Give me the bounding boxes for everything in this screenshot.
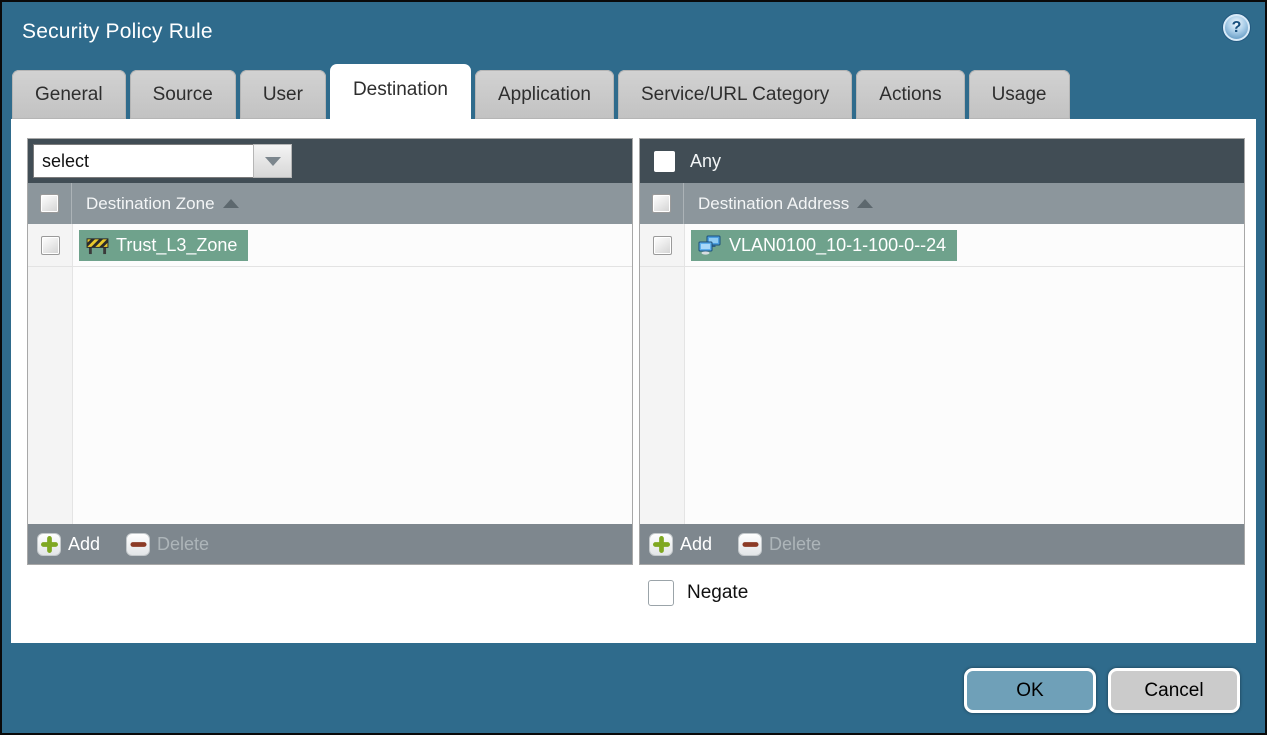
address-column-header: Destination Address	[640, 183, 1244, 224]
destination-tab-content: Destination Zone	[11, 119, 1256, 643]
address-icon	[698, 235, 721, 255]
address-tag-label: VLAN0100_10-1-100-0--24	[729, 234, 947, 255]
zone-select-input[interactable]	[33, 144, 253, 178]
tab-service-url-category[interactable]: Service/URL Category	[617, 70, 853, 119]
zone-footer-bar: Add Delete	[28, 524, 632, 564]
tab-usage[interactable]: Usage	[968, 70, 1070, 119]
tab-actions[interactable]: Actions	[856, 70, 965, 119]
tab-destination[interactable]: Destination	[329, 64, 471, 119]
address-add-button[interactable]: Add	[649, 532, 713, 556]
zone-tag-label: Trust_L3_Zone	[116, 234, 238, 255]
zone-select-dropdown-button[interactable]	[253, 144, 292, 178]
address-column-header-label[interactable]: Destination Address	[698, 193, 874, 214]
address-select-all-checkbox[interactable]	[652, 194, 671, 213]
zone-row-checkbox[interactable]	[40, 235, 60, 255]
negate-checkbox[interactable]	[648, 580, 674, 606]
address-delete-button[interactable]: Delete	[738, 532, 822, 556]
any-label: Any	[690, 150, 722, 171]
address-column-title: Destination Address	[698, 193, 850, 213]
zone-delete-label: Delete	[157, 533, 210, 554]
minus-icon	[126, 532, 151, 556]
zone-rows: Trust_L3_Zone	[28, 224, 632, 524]
minus-icon	[738, 532, 763, 556]
destination-address-panel: Any Destination Address VLAN0100_10-1-10…	[639, 138, 1245, 565]
plus-icon	[37, 532, 61, 556]
zone-column-header: Destination Zone	[28, 183, 632, 224]
tab-source[interactable]: Source	[129, 70, 236, 119]
zone-select-bar	[28, 139, 632, 183]
destination-zone-panel: Destination Zone	[27, 138, 633, 565]
address-any-bar: Any	[640, 139, 1244, 183]
address-row: VLAN0100_10-1-100-0--24	[640, 224, 1244, 267]
zone-row: Trust_L3_Zone	[28, 224, 632, 267]
cancel-button[interactable]: Cancel	[1108, 668, 1240, 713]
address-row-checkbox[interactable]	[652, 235, 672, 255]
sort-ascending-icon	[222, 199, 239, 208]
plus-icon	[649, 532, 673, 556]
tab-user[interactable]: User	[239, 70, 326, 119]
address-footer-bar: Add Delete	[640, 524, 1244, 564]
address-rows: VLAN0100_10-1-100-0--24	[640, 224, 1244, 524]
address-add-label: Add	[680, 533, 713, 554]
tab-bar: General Source User Destination Applicat…	[12, 64, 1070, 119]
zone-add-label: Add	[68, 533, 101, 554]
address-row-checkbox-cell	[640, 224, 684, 266]
negate-option: Negate	[648, 580, 748, 606]
any-checkbox[interactable]	[654, 150, 675, 172]
negate-label: Negate	[687, 582, 749, 603]
zone-column-title: Destination Zone	[86, 193, 215, 213]
chevron-down-icon	[264, 156, 281, 166]
zone-row-checkbox-cell	[28, 224, 72, 266]
zone-delete-button[interactable]: Delete	[126, 532, 210, 556]
help-icon[interactable]: ?	[1223, 14, 1250, 41]
zone-column-header-label[interactable]: Destination Zone	[86, 194, 239, 214]
zone-add-button[interactable]: Add	[37, 532, 101, 556]
sort-ascending-icon	[857, 199, 874, 208]
zone-select-all-cell	[28, 183, 72, 224]
zone-select-all-checkbox[interactable]	[40, 194, 59, 213]
ok-button[interactable]: OK	[964, 668, 1096, 713]
zone-icon	[86, 237, 109, 254]
dialog-title: Security Policy Rule	[22, 20, 213, 43]
address-select-all-cell	[640, 183, 684, 224]
security-policy-rule-dialog: Security Policy Rule ? General Source Us…	[0, 0, 1267, 735]
tab-application[interactable]: Application	[475, 70, 614, 119]
address-delete-label: Delete	[769, 533, 822, 554]
address-tag-vlan0100[interactable]: VLAN0100_10-1-100-0--24	[691, 229, 958, 261]
tab-general[interactable]: General	[12, 70, 126, 119]
zone-tag-trust-l3-zone[interactable]: Trust_L3_Zone	[79, 229, 249, 261]
